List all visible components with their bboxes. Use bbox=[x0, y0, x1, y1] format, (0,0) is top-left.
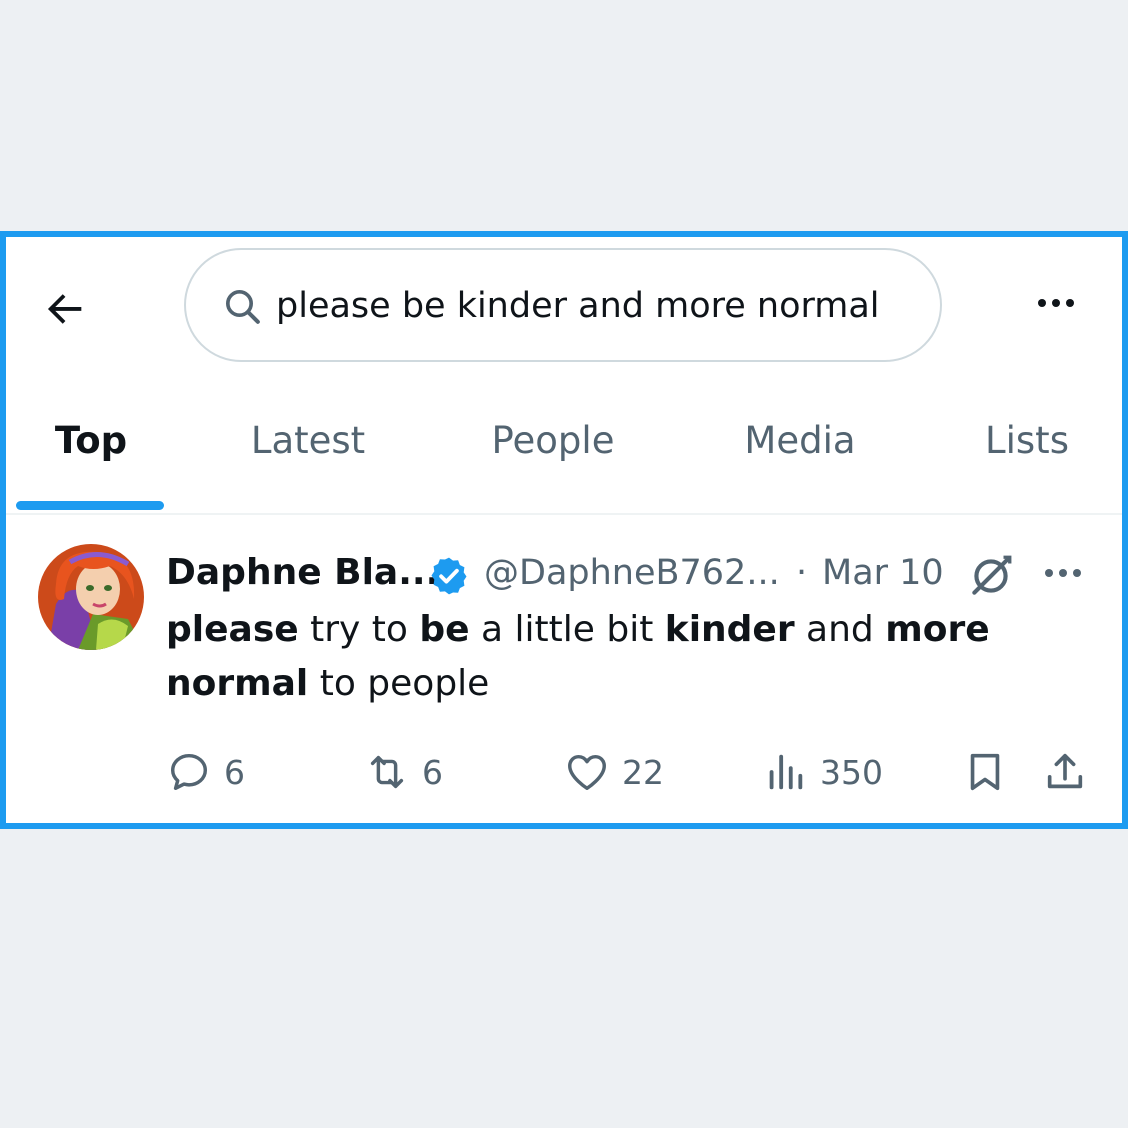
tweet-text-segment: a little bit bbox=[469, 609, 665, 650]
like-button[interactable]: 22 bbox=[564, 747, 664, 797]
tweet-more-button[interactable] bbox=[1038, 561, 1088, 585]
tweet-text-segment: and bbox=[794, 609, 886, 650]
repost-count: 6 bbox=[422, 752, 443, 792]
tweet-text: please try to be a little bit kinder and… bbox=[166, 603, 1046, 711]
separator-dot: · bbox=[796, 553, 808, 593]
avatar-image bbox=[38, 544, 144, 650]
bookmark-button[interactable] bbox=[962, 747, 1008, 797]
arrow-left-icon bbox=[47, 294, 82, 324]
tweet-text-segment: try to bbox=[298, 609, 420, 650]
more-dots-icon bbox=[1038, 299, 1074, 307]
verified-badge-icon bbox=[431, 557, 467, 595]
search-tabs: Top Latest People Media Lists bbox=[6, 387, 1122, 515]
search-results-panel: Top Latest People Media Lists bbox=[0, 231, 1128, 829]
tweet-text-segment: please bbox=[166, 609, 299, 650]
avatar[interactable] bbox=[38, 544, 144, 650]
back-button[interactable] bbox=[36, 283, 96, 333]
tweet-header: Daphne Bla... @DaphneB762... · Mar 10 bbox=[166, 547, 1106, 599]
user-handle[interactable]: @DaphneB762... bbox=[484, 547, 780, 599]
share-button[interactable] bbox=[1042, 747, 1088, 797]
reply-icon bbox=[170, 753, 208, 791]
analytics-icon bbox=[769, 754, 803, 790]
views-count: 350 bbox=[820, 752, 883, 792]
tab-people[interactable]: People bbox=[478, 411, 628, 471]
tab-lists[interactable]: Lists bbox=[972, 411, 1082, 471]
tab-top[interactable]: Top bbox=[36, 411, 146, 471]
tweet-text-segment: kinder bbox=[664, 609, 795, 650]
tab-media[interactable]: Media bbox=[730, 411, 870, 471]
divider bbox=[6, 513, 1122, 515]
tweet-text-segment: to people bbox=[308, 663, 490, 704]
views-button[interactable]: 350 bbox=[762, 747, 883, 797]
tweet-text-segment: normal bbox=[166, 663, 309, 704]
repost-button[interactable]: 6 bbox=[364, 747, 443, 797]
display-name[interactable]: Daphne Bla... bbox=[166, 547, 439, 599]
reply-button[interactable]: 6 bbox=[166, 747, 245, 797]
tweet-text-segment: be bbox=[419, 609, 470, 650]
tweet-date[interactable]: Mar 10 bbox=[822, 547, 944, 599]
search-input[interactable] bbox=[276, 280, 916, 332]
like-count: 22 bbox=[622, 752, 664, 792]
active-tab-indicator bbox=[16, 501, 164, 510]
grok-icon[interactable] bbox=[966, 551, 1016, 601]
tab-latest[interactable]: Latest bbox=[238, 411, 378, 471]
more-options-button[interactable] bbox=[1026, 283, 1086, 323]
reply-count: 6 bbox=[224, 752, 245, 792]
tweet-text-segment: more bbox=[885, 609, 990, 650]
more-dots-icon bbox=[1045, 569, 1081, 577]
repost-icon bbox=[370, 755, 404, 789]
search-bar[interactable] bbox=[184, 248, 942, 362]
heart-icon bbox=[568, 754, 606, 791]
bookmark-icon bbox=[970, 753, 1000, 791]
search-icon bbox=[226, 290, 260, 324]
share-icon bbox=[1047, 753, 1083, 789]
